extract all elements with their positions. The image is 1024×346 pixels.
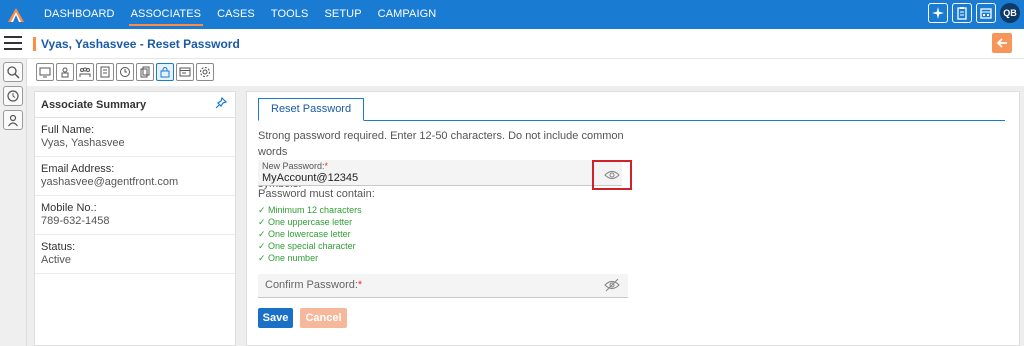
left-rail	[0, 59, 27, 346]
user-lock-icon[interactable]	[56, 63, 74, 81]
files-icon[interactable]	[136, 63, 154, 81]
cancel-button[interactable]: Cancel	[300, 308, 347, 328]
password-rule: ✓ One uppercase letter	[258, 217, 353, 227]
hamburger-menu-icon[interactable]	[4, 36, 22, 50]
password-rule: ✓ One number	[258, 253, 319, 263]
user-avatar[interactable]: QB	[1000, 3, 1020, 23]
panel-tabs: Reset Password	[258, 98, 365, 122]
save-button[interactable]: Save	[258, 308, 293, 328]
users-icon[interactable]	[3, 110, 23, 130]
new-password-label: New Password:*	[262, 161, 329, 171]
confirm-password-label: Confirm Password:*	[265, 279, 363, 291]
field-label: Mobile No.:	[41, 202, 97, 214]
nav-setup[interactable]: SETUP	[316, 0, 369, 29]
settings-icon[interactable]	[196, 63, 214, 81]
required-mark: *	[324, 161, 329, 171]
clock-icon[interactable]	[116, 63, 134, 81]
summary-title: Associate Summary	[41, 98, 147, 111]
summary-field-mobile: Mobile No.: 789-632-1458	[35, 196, 235, 235]
app-logo-icon[interactable]	[4, 0, 28, 29]
history-icon[interactable]	[3, 86, 23, 106]
associate-summary-card: Associate Summary Full Name: Vyas, Yasha…	[34, 91, 236, 346]
password-rules-list: ✓ Minimum 12 characters ✓ One uppercase …	[258, 204, 362, 264]
nav-campaign[interactable]: CAMPAIGN	[370, 0, 445, 29]
new-password-input[interactable]: MyAccount@12345	[262, 172, 358, 184]
summary-field-status: Status: Active	[35, 235, 235, 274]
nav-dashboard[interactable]: DASHBOARD	[36, 0, 123, 29]
title-accent-bar	[33, 37, 36, 51]
sparkle-icon[interactable]	[928, 3, 948, 23]
password-lock-icon[interactable]	[156, 63, 174, 81]
pin-icon[interactable]	[215, 96, 228, 112]
field-label: Email Address:	[41, 163, 115, 175]
confirm-password-field[interactable]: Confirm Password:*	[258, 274, 628, 298]
calendar-icon[interactable]	[976, 3, 996, 23]
help-line: Strong password required. Enter 12-50 ch…	[258, 130, 624, 158]
password-rule: ✓ Minimum 12 characters	[258, 205, 362, 215]
field-label: Status:	[41, 241, 76, 253]
top-nav-bar: DASHBOARD ASSOCIATES CASES TOOLS SETUP C…	[0, 0, 1024, 29]
back-arrow-icon[interactable]	[992, 33, 1012, 53]
search-icon[interactable]	[3, 62, 23, 82]
document-icon[interactable]	[96, 63, 114, 81]
monitor-icon[interactable]	[36, 63, 54, 81]
nav-associates[interactable]: ASSOCIATES	[123, 0, 209, 29]
new-password-field[interactable]: New Password:* MyAccount@12345	[258, 160, 622, 186]
field-value: Active	[41, 254, 71, 266]
group-icon[interactable]	[76, 63, 94, 81]
required-mark: *	[357, 279, 363, 291]
field-value: 789-632-1458	[41, 215, 110, 227]
nav-right-actions: QB	[928, 3, 1020, 23]
field-value: Vyas, Yashasvee	[41, 137, 125, 149]
show-password-eye-icon[interactable]	[592, 160, 632, 190]
page-title: Vyas, Yashasvee - Reset Password	[41, 37, 240, 51]
password-rule: ✓ One lowercase letter	[258, 229, 351, 239]
field-value: yashasvee@agentfront.com	[41, 176, 179, 188]
password-rules-heading: Password must contain:	[258, 188, 375, 200]
summary-header: Associate Summary	[35, 92, 235, 118]
summary-field-full-name: Full Name: Vyas, Yashasvee	[35, 118, 235, 157]
nav-cases[interactable]: CASES	[209, 0, 263, 29]
nav-tools[interactable]: TOOLS	[263, 0, 317, 29]
summary-field-email: Email Address: yashasvee@agentfront.com	[35, 157, 235, 196]
eye-slash-icon[interactable]	[604, 278, 620, 292]
clipboard-icon[interactable]	[952, 3, 972, 23]
field-label: Full Name:	[41, 124, 95, 136]
page-header: Vyas, Yashasvee - Reset Password	[0, 29, 1024, 59]
reset-password-panel: Reset Password Strong password required.…	[246, 91, 1020, 346]
associate-toolbar	[36, 63, 214, 81]
tab-underline	[258, 120, 1005, 121]
id-card-icon[interactable]	[176, 63, 194, 81]
main-nav: DASHBOARD ASSOCIATES CASES TOOLS SETUP C…	[36, 0, 444, 29]
password-rule: ✓ One special character	[258, 241, 356, 251]
tab-reset-password[interactable]: Reset Password	[258, 98, 365, 121]
